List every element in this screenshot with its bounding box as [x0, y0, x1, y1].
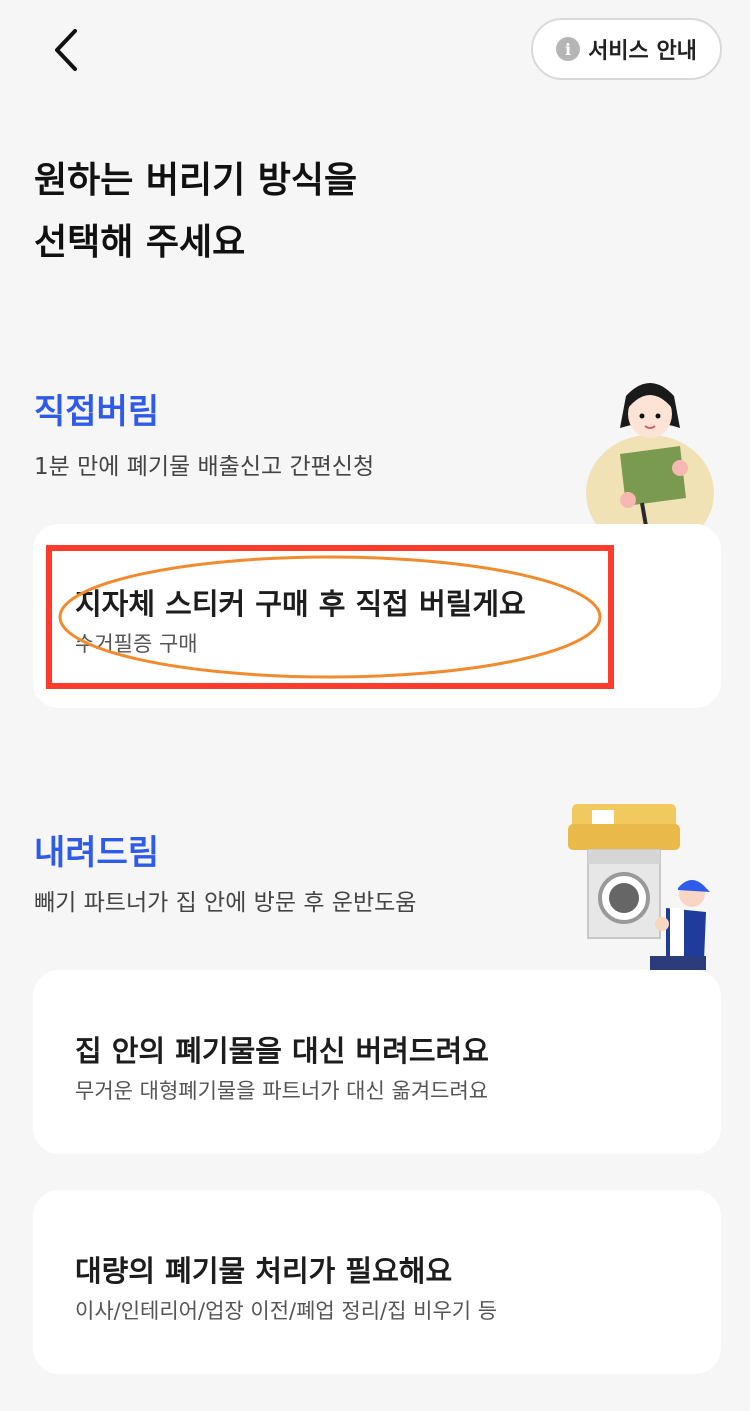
option-sub-bulk: 이사/인테리어/업장 이전/폐업 정리/집 비우기 등 — [75, 1299, 498, 1323]
option-sub-sticker: 수거필증 구매 — [75, 632, 198, 656]
mover-carrying-washer-illustration — [568, 804, 710, 970]
info-icon: i — [556, 37, 581, 61]
person-holding-sticker-illustration — [586, 383, 714, 526]
option-title-bulk: 대량의 폐기물 처리가 필요해요 — [75, 1254, 453, 1288]
page: i 서비스 안내 원하는 버리기 방식을 선택해 주세요 직접버림 1분 만에 … — [0, 0, 750, 1411]
chevron-left-icon — [55, 29, 77, 71]
section-desc-pickup: 빼기 파트너가 집 안에 방문 후 운반도움 — [34, 890, 417, 916]
section-desc-direct: 1분 만에 폐기물 배출신고 간편신청 — [34, 454, 375, 480]
back-button[interactable] — [38, 22, 94, 78]
section-title-direct: 직접버림 — [34, 392, 160, 432]
section-title-pickup: 내려드림 — [34, 833, 160, 873]
option-card-bulk[interactable]: 대량의 폐기물 처리가 필요해요 이사/인테리어/업장 이전/폐업 정리/집 비… — [33, 1190, 721, 1374]
service-info-label: 서비스 안내 — [588, 39, 697, 64]
page-title-line2: 선택해 주세요 — [34, 222, 246, 263]
option-title-sticker: 지자체 스티커 구매 후 직접 버릴게요 — [75, 587, 526, 621]
page-title: 원하는 버리기 방식을 선택해 주세요 — [34, 150, 594, 274]
option-title-carry-out: 집 안의 폐기물을 대신 버려드려요 — [75, 1034, 489, 1068]
option-card-sticker[interactable]: 지자체 스티커 구매 후 직접 버릴게요 수거필증 구매 — [33, 524, 721, 708]
page-title-line1: 원하는 버리기 방식을 — [34, 160, 358, 201]
option-sub-carry-out: 무거운 대형폐기물을 파트너가 대신 옮겨드려요 — [75, 1079, 489, 1103]
option-card-carry-out[interactable]: 집 안의 폐기물을 대신 버려드려요 무거운 대형폐기물을 파트너가 대신 옮겨… — [33, 970, 721, 1154]
service-info-button[interactable]: i 서비스 안내 — [531, 18, 722, 80]
